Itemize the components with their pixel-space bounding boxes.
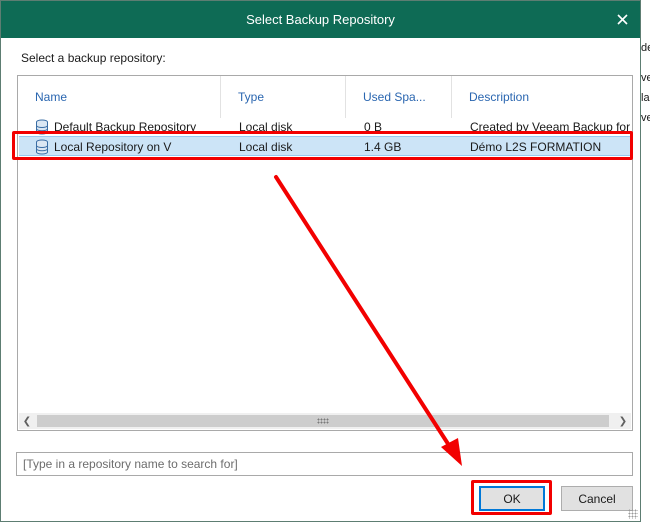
dialog-title: Select Backup Repository (246, 12, 395, 27)
grip-icon (317, 418, 329, 424)
dialog-prompt: Select a backup repository: (21, 51, 166, 65)
column-separator[interactable] (220, 76, 221, 118)
scroll-thumb[interactable] (37, 415, 609, 427)
scroll-left-icon[interactable]: ❮ (19, 413, 35, 429)
column-separator[interactable] (345, 76, 346, 118)
annotation-highlight-ok (471, 480, 552, 515)
repository-list[interactable]: Name Type Used Spa... Description Defaul… (17, 75, 633, 431)
background-window-text: de (641, 42, 650, 54)
horizontal-scrollbar[interactable]: ❮ ❯ (19, 413, 631, 429)
annotation-highlight-row (12, 131, 633, 160)
close-button[interactable] (610, 7, 634, 31)
repository-search-input[interactable] (16, 452, 633, 476)
resize-grip-icon[interactable] (628, 509, 638, 519)
background-window-text: ve (641, 112, 650, 124)
column-header-used-space[interactable]: Used Spa... (363, 76, 443, 118)
column-header-description[interactable]: Description (469, 76, 609, 118)
column-separator[interactable] (451, 76, 452, 118)
scroll-right-icon[interactable]: ❯ (615, 413, 631, 429)
title-bar: Select Backup Repository (1, 1, 640, 38)
close-icon (616, 13, 628, 25)
background-window-text: ve (641, 72, 650, 84)
column-header-type[interactable]: Type (238, 76, 338, 118)
select-backup-repository-dialog: Select Backup Repository Select a backup… (0, 0, 641, 522)
column-header-name[interactable]: Name (35, 76, 215, 118)
background-window-text: la (641, 92, 650, 104)
list-header: Name Type Used Spa... Description (18, 76, 632, 118)
cancel-button[interactable]: Cancel (561, 486, 633, 511)
